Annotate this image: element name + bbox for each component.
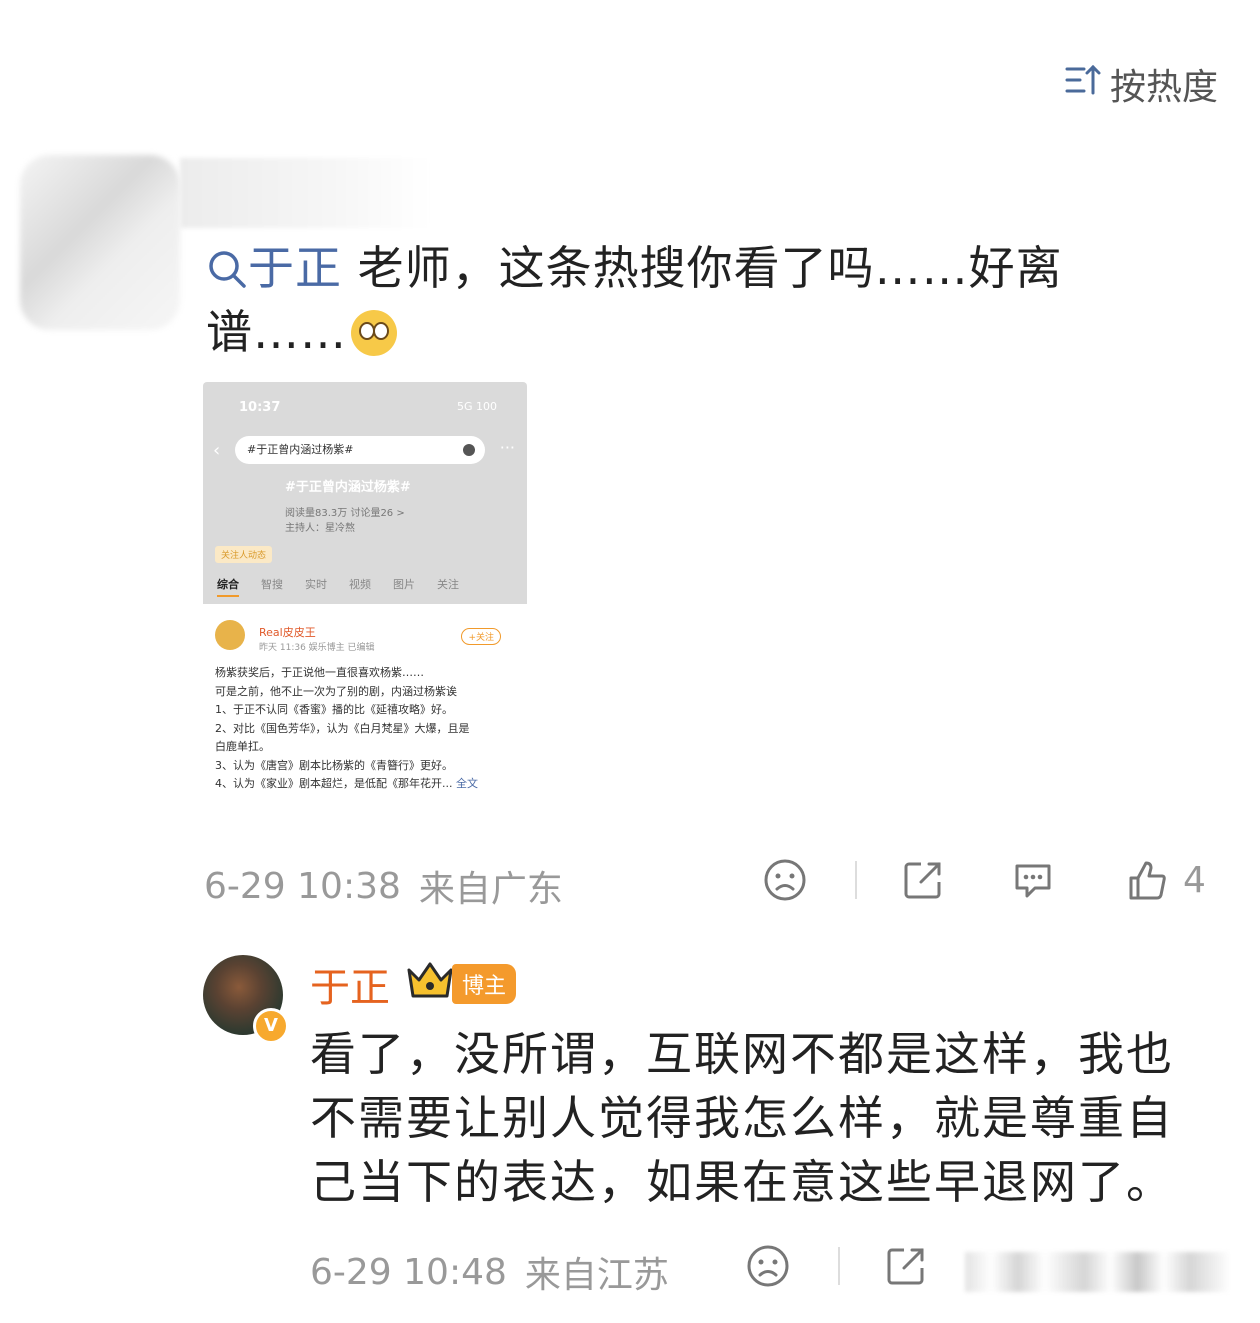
mention-link[interactable]: 于正 — [206, 241, 342, 295]
host-badge: 博主 — [452, 964, 517, 1004]
screenshot-tabs: 综合 智搜 实时 视频 图片 关注 — [217, 576, 459, 597]
attached-screenshot-image[interactable]: 10:37 5G 100 ‹ #于正曾内涵过杨紫# ··· #于正曾内涵过杨紫#… — [203, 382, 527, 818]
screenshot-tab: 图片 — [393, 578, 415, 591]
screenshot-post-line: 2、对比《国色芳华》，认为《白月梵星》大爆，且是 — [215, 721, 470, 735]
clear-icon — [463, 444, 475, 456]
screenshot-topic-banner: #于正曾内涵过杨紫# — [285, 480, 411, 495]
search-icon — [209, 251, 246, 288]
divider — [855, 861, 857, 899]
screenshot-post-user: Real皮皮王 — [259, 626, 316, 639]
screenshot-post-line: 杨紫获奖后，于正说他一直很喜欢杨紫…… — [215, 666, 424, 679]
blurred-actions — [965, 1252, 1230, 1292]
dislike-face-icon[interactable] — [746, 1244, 790, 1288]
reply-date: 6-29 10:48 — [310, 1251, 507, 1293]
share-icon[interactable] — [884, 1244, 928, 1288]
blurred-username[interactable] — [180, 158, 430, 228]
share-icon[interactable] — [901, 858, 945, 902]
screenshot-tab: 关注 — [437, 578, 459, 591]
sort-icon — [1064, 61, 1102, 108]
mention-name: 于正 — [248, 241, 342, 295]
comment-text: 于正 老师，这条热搜你看了吗……好离谱…… — [206, 236, 1126, 364]
verified-badge-icon: V — [253, 1008, 289, 1044]
dislike-face-icon[interactable] — [763, 858, 807, 902]
more-icon: ··· — [499, 438, 515, 457]
screenshot-full-text-link: 全文 — [456, 777, 478, 790]
screenshot-post-avatar — [215, 620, 245, 650]
screenshot-follow-tag: 关注人动态 — [215, 546, 273, 563]
screenshot-post-meta: 昨天 11:36 娱乐博主 已编辑 — [259, 643, 375, 653]
screenshot-post-line: 1、于正不认同《香蜜》播的比《延禧攻略》好。 — [215, 703, 453, 716]
back-icon: ‹ — [213, 440, 221, 461]
sort-by-hot-button[interactable]: 按热度 — [1064, 58, 1218, 110]
reply-meta: 6-29 10:48 来自江苏 — [310, 1246, 669, 1298]
reply-username[interactable]: 于正 — [310, 955, 390, 1013]
comment-icon[interactable] — [1011, 858, 1055, 902]
reply-location: 来自江苏 — [524, 1255, 669, 1296]
comment-location: 来自广东 — [418, 869, 563, 910]
rolling-eyes-emoji-icon — [351, 310, 397, 356]
screenshot-post-line: 白鹿单扛。 — [215, 740, 270, 753]
screenshot-post-follow: +关注 — [461, 628, 501, 645]
comment-actions: 4 — [763, 858, 1206, 902]
screenshot-header: 10:37 5G 100 ‹ #于正曾内涵过杨紫# ··· #于正曾内涵过杨紫#… — [203, 382, 527, 604]
screenshot-tab: 智搜 — [261, 578, 283, 591]
blurred-avatar[interactable] — [20, 155, 180, 330]
reply-text: 看了，没所谓，互联网不都是这样，我也不需要让别人觉得我怎么样，就是尊重自己当下的… — [310, 1027, 1174, 1209]
screenshot-search-bar: #于正曾内涵过杨紫# — [235, 436, 485, 464]
screenshot-tab: 视频 — [349, 578, 371, 591]
comment-meta: 6-29 10:38 来自广东 — [204, 860, 563, 912]
like-count: 4 — [1183, 859, 1206, 901]
screenshot-search-text: #于正曾内涵过杨紫# — [247, 443, 354, 456]
screenshot-tab: 实时 — [305, 578, 327, 591]
screenshot-stats-line1: 阅读量83.3万 讨论量26 > — [285, 508, 405, 519]
screenshot-post-line: 可是之前，他不止一次为了别的剧，内涵过杨紫诶 — [215, 684, 457, 698]
reply-actions — [746, 1244, 928, 1288]
screenshot-stats-line2: 主持人：星冷熬 — [285, 523, 355, 534]
screenshot-post-body: 杨紫获奖后，于正说他一直很喜欢杨紫…… 可是之前，他不止一次为了别的剧，内涵过杨… — [215, 664, 515, 794]
screenshot-post-line: 4、认为《家业》剧本超烂，是低配《那年花开... 全文 — [215, 775, 515, 794]
like-icon[interactable] — [1125, 858, 1169, 902]
screenshot-stats: 阅读量83.3万 讨论量26 > 主持人：星冷熬 — [285, 506, 405, 536]
screenshot-tab: 综合 — [217, 576, 239, 597]
divider — [838, 1247, 840, 1285]
crown-icon — [407, 962, 453, 998]
screenshot-status: 5G 100 — [456, 400, 497, 413]
screenshot-post-line-text: 4、认为《家业》剧本超烂，是低配《那年花开... — [215, 777, 453, 790]
screenshot-time: 10:37 — [239, 400, 281, 415]
screenshot-post-line: 3、认为《唐宫》剧本比杨紫的《青簪行》更好。 — [215, 758, 453, 772]
sort-label: 按热度 — [1109, 67, 1218, 108]
comment-date: 6-29 10:38 — [204, 865, 401, 907]
